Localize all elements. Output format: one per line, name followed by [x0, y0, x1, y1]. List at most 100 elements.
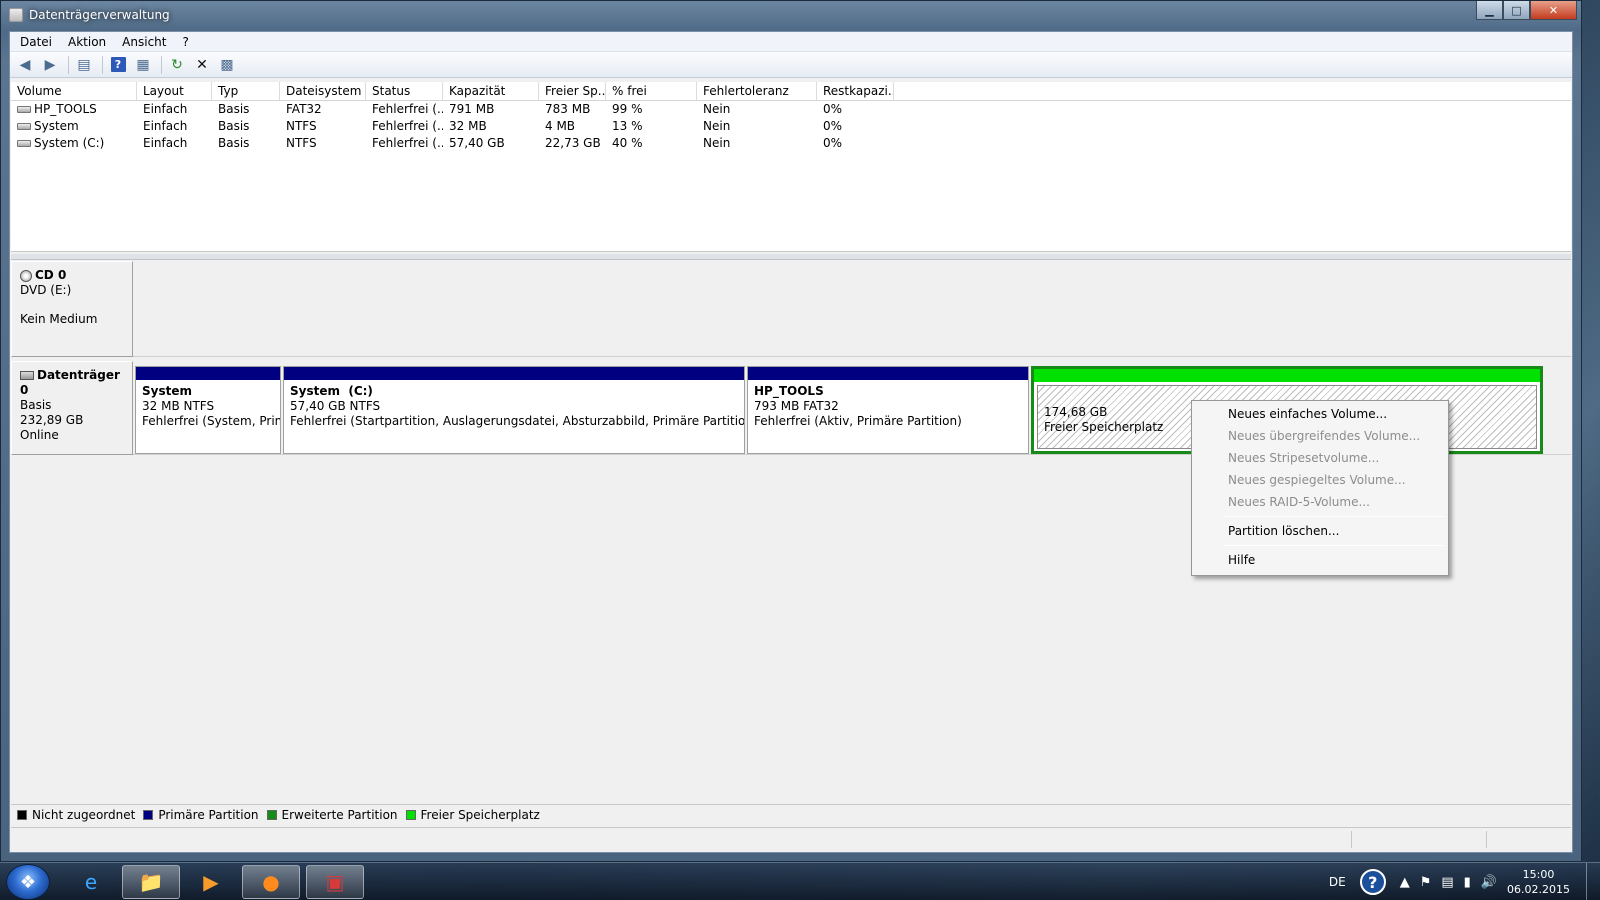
- cell-text: 99 %: [612, 102, 643, 116]
- cell-volume: System: [11, 118, 137, 135]
- partition-stripe: [748, 367, 1028, 380]
- properties-icon[interactable]: ▦: [132, 54, 154, 76]
- column-fehlertoleranz[interactable]: Fehlertoleranz: [697, 82, 817, 100]
- console-tree-icon[interactable]: ▤: [73, 54, 95, 76]
- file-explorer-icon[interactable]: 📁: [122, 865, 180, 899]
- toolbar-separator: [102, 55, 103, 74]
- menu-item-delete-partition[interactable]: Partition löschen...: [1194, 520, 1446, 542]
- partition-system-c[interactable]: System (C:) 57,40 GB NTFS Fehlerfrei (St…: [283, 366, 745, 454]
- legend: Nicht zugeordnet Primäre Partition Erwei…: [11, 804, 1571, 824]
- cell-text: Einfach: [143, 136, 188, 150]
- column-kapazitaet[interactable]: Kapazität: [443, 82, 539, 100]
- cell-text: Fehlerfrei (...: [372, 136, 443, 150]
- language-indicator[interactable]: DE: [1329, 875, 1346, 889]
- windows-start-icon[interactable]: ❖: [6, 864, 50, 900]
- status-segment: [1351, 831, 1352, 848]
- show-hidden-icons-icon[interactable]: ▲: [1400, 875, 1410, 890]
- status-segment: [1486, 831, 1487, 848]
- partition-system[interactable]: System 32 MB NTFS Fehlerfrei (System, Pr…: [135, 366, 281, 454]
- column-dateisystem[interactable]: Dateisystem: [280, 82, 366, 100]
- legend-item-unallocated: Nicht zugeordnet: [17, 808, 135, 822]
- cell-text: FAT32: [286, 102, 322, 116]
- partition-hp-tools[interactable]: HP_TOOLS 793 MB FAT32 Fehlerfrei (Aktiv,…: [747, 366, 1029, 454]
- help-icon[interactable]: ?: [1359, 869, 1386, 895]
- menu-item-help[interactable]: Hilfe: [1194, 549, 1446, 571]
- minimize-button[interactable]: ▁: [1476, 1, 1503, 20]
- computer-management-icon[interactable]: ▣: [306, 865, 364, 899]
- cell-text: NTFS: [286, 119, 317, 133]
- table-row[interactable]: System Einfach Basis NTFS Fehlerfrei (... 32 …: [11, 118, 1571, 135]
- menu-help[interactable]: ?: [174, 35, 196, 49]
- partition-body: HP_TOOLS 793 MB FAT32 Fehlerfrei (Aktiv,…: [748, 380, 1028, 433]
- disk-info-cd0[interactable]: CD 0 DVD (E:) Kein Medium: [11, 261, 133, 357]
- internet-explorer-icon[interactable]: e: [62, 865, 120, 899]
- menu-separator: [1224, 516, 1444, 517]
- table-row[interactable]: HP_TOOLS Einfach Basis FAT32 Fehlerfrei (...…: [11, 101, 1571, 118]
- refresh-icon[interactable]: ↻: [166, 54, 188, 76]
- legend-item-free-space: Freier Speicherplatz: [405, 808, 540, 822]
- disk-info-disk0[interactable]: Datenträger 0 Basis 232,89 GB Online: [11, 361, 133, 455]
- column-restkapazitaet[interactable]: Restkapazi...: [817, 82, 894, 100]
- cell-text: HP_TOOLS: [34, 102, 97, 116]
- cell-text: System: [34, 119, 79, 133]
- title-bar[interactable]: Datenträgerverwaltung ▁ □ ✕: [1, 1, 1581, 29]
- network-signal-icon[interactable]: ▮: [1464, 875, 1471, 890]
- cell-kapazitaet: 32 MB: [443, 118, 539, 135]
- partition-status: Fehlerfrei (System, Primär: [142, 414, 280, 428]
- partition-stripe: [284, 367, 744, 380]
- cell-restkapazitaet: 0%: [817, 135, 894, 152]
- cell-text: Nein: [703, 119, 731, 133]
- cell-kapazitaet: 57,40 GB: [443, 135, 539, 152]
- taskbar: ❖ e 📁 ▶ ● ▣ DE ? ▲ ⚑ ▤ ▮ 🔊 15:00 06.02.2…: [0, 862, 1600, 900]
- back-icon[interactable]: ◀: [14, 54, 36, 76]
- disk-row-cd0: CD 0 DVD (E:) Kein Medium: [11, 261, 1571, 357]
- cell-status: Fehlerfrei (...: [366, 135, 443, 152]
- media-player-icon[interactable]: ▶: [182, 865, 240, 899]
- delete-icon[interactable]: ✕: [191, 54, 213, 76]
- volume-icon[interactable]: 🔊: [1481, 875, 1497, 890]
- menu-aktion[interactable]: Aktion: [60, 35, 114, 49]
- forward-icon[interactable]: ▶: [39, 54, 61, 76]
- maximize-button[interactable]: □: [1503, 1, 1530, 20]
- show-desktop-button[interactable]: [1586, 863, 1600, 900]
- column-freier-speicher[interactable]: Freier Sp...: [539, 82, 606, 100]
- menu-item-new-simple-volume[interactable]: Neues einfaches Volume...: [1194, 403, 1446, 425]
- menu-item-new-mirrored-volume: Neues gespiegeltes Volume...: [1228, 473, 1406, 487]
- cell-text: Basis: [218, 102, 250, 116]
- action-center-flag-icon[interactable]: ⚑: [1420, 875, 1432, 890]
- partition-size: 57,40 GB NTFS: [290, 399, 381, 413]
- disk-state: Kein Medium: [20, 312, 98, 326]
- cell-dateisystem: FAT32: [280, 101, 366, 118]
- cell-kapazitaet: 791 MB: [443, 101, 539, 118]
- cell-text: Nein: [703, 102, 731, 116]
- status-bar: [11, 827, 1571, 851]
- menu-ansicht[interactable]: Ansicht: [114, 35, 174, 49]
- pane-splitter[interactable]: [11, 254, 1571, 260]
- disk-area-cd0: [133, 261, 1571, 357]
- clock-date: 06.02.2015: [1507, 883, 1570, 896]
- firefox-icon[interactable]: ●: [242, 865, 300, 899]
- cell-dateisystem: NTFS: [280, 135, 366, 152]
- clock[interactable]: 15:00 06.02.2015: [1507, 867, 1570, 897]
- cell-status: Fehlerfrei (...: [366, 118, 443, 135]
- export-icon[interactable]: ▩: [216, 54, 238, 76]
- help-icon[interactable]: ?: [107, 54, 129, 76]
- close-button[interactable]: ✕: [1530, 1, 1577, 20]
- column-prozent-frei[interactable]: % frei: [606, 82, 697, 100]
- legend-item-primary: Primäre Partition: [143, 807, 259, 822]
- legend-label: Primäre Partition: [158, 807, 259, 822]
- usb-device-icon[interactable]: ▤: [1441, 875, 1453, 890]
- volume-icon: [17, 106, 31, 113]
- menu-datei[interactable]: Datei: [12, 35, 60, 49]
- volume-icon: [17, 123, 31, 130]
- column-status[interactable]: Status: [366, 82, 443, 100]
- column-layout[interactable]: Layout: [137, 82, 212, 100]
- legend-swatch: [143, 809, 154, 820]
- menu-item-new-spanned-volume: Neues übergreifendes Volume...: [1228, 429, 1421, 443]
- disk-management-icon: [9, 8, 23, 22]
- legend-swatch: [405, 809, 416, 820]
- column-volume[interactable]: Volume: [11, 82, 137, 100]
- table-row[interactable]: System (C:) Einfach Basis NTFS Fehlerfrei (.…: [11, 135, 1571, 152]
- cell-layout: Einfach: [137, 135, 212, 152]
- column-typ[interactable]: Typ: [212, 82, 280, 100]
